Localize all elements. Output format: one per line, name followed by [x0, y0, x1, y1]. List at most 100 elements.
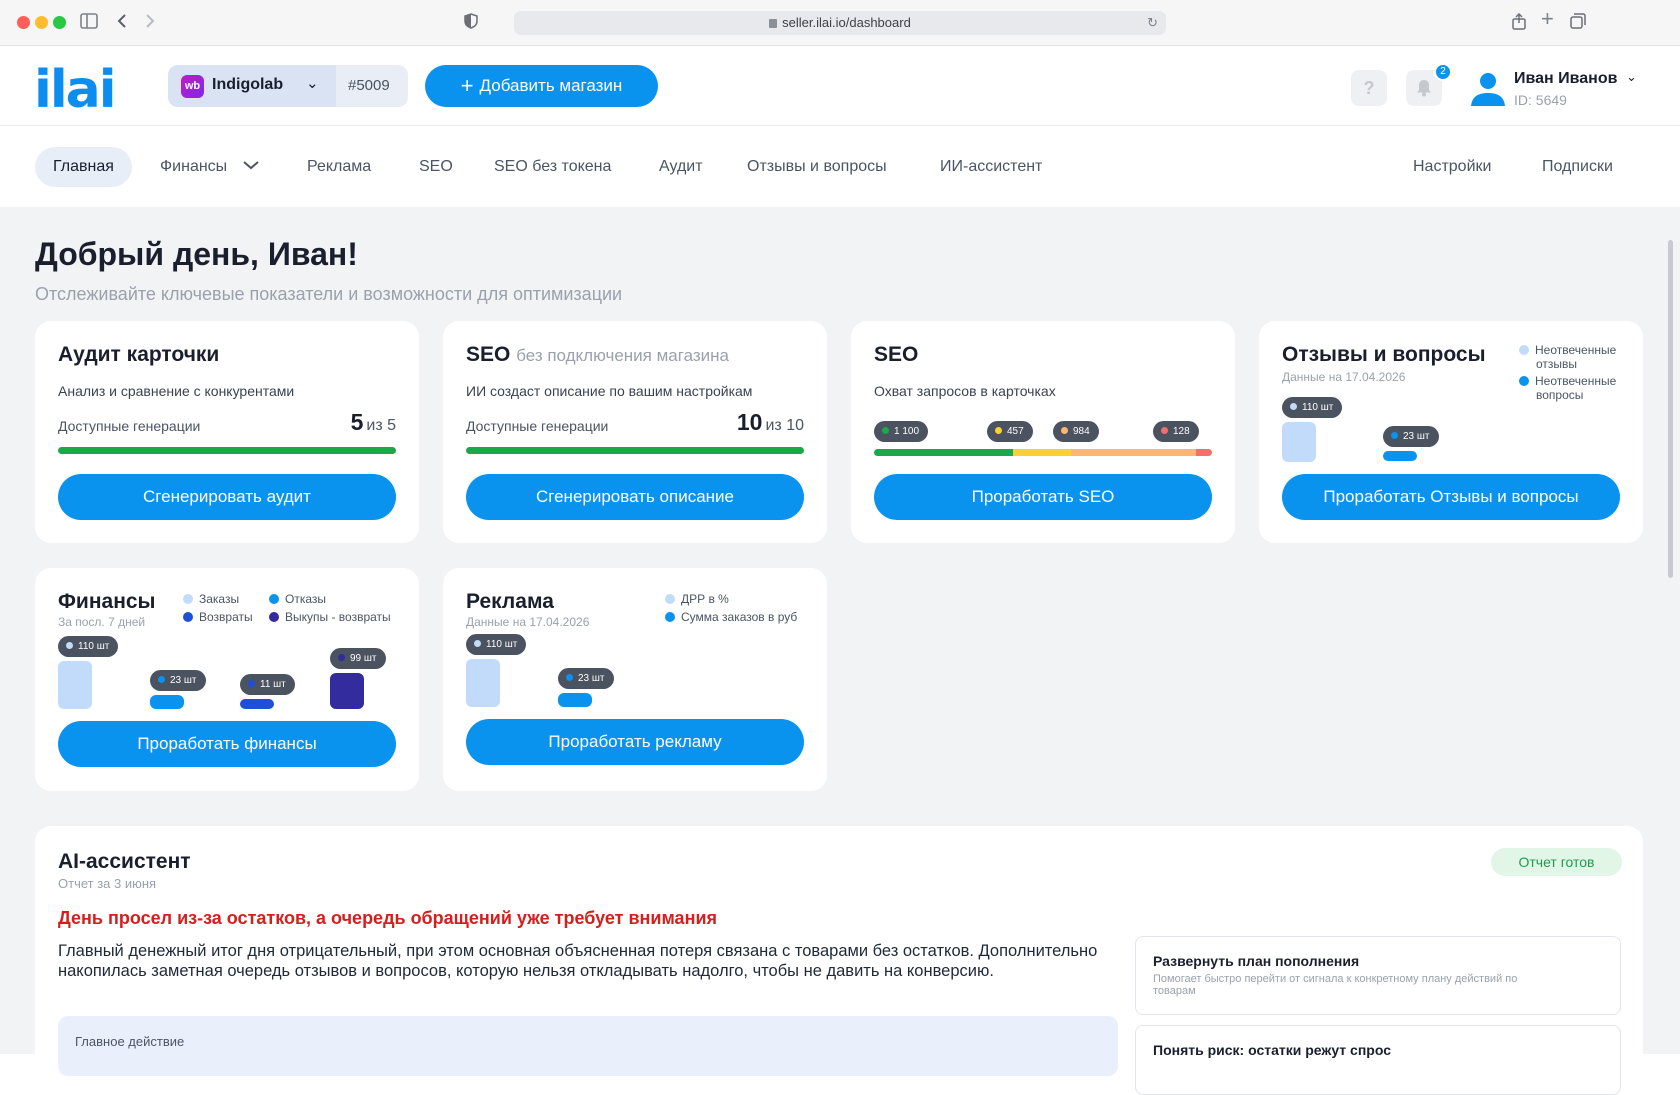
- generations-total: из 10: [765, 417, 804, 434]
- seo-coverage-segment: [1071, 449, 1196, 456]
- close-window-button[interactable]: [17, 16, 30, 29]
- app-header: ilai wb Indigolab ⌄ #5009 + Добавить мага…: [0, 46, 1680, 126]
- add-store-button[interactable]: + Добавить магазин: [425, 65, 658, 107]
- generations-count: 10 из 10: [737, 409, 804, 436]
- unanswered-reviews-bar: [1282, 422, 1316, 462]
- legend-label: Возвраты: [199, 610, 253, 624]
- dot-icon: [338, 654, 345, 661]
- drr-bar: [466, 659, 500, 707]
- card-description: Анализ и сравнение с конкурентами: [58, 383, 295, 399]
- seo-card: SEO Охват запросов в карточках 1 100 457…: [851, 321, 1235, 543]
- finance-card: Финансы За посл. 7 дней Заказы Отказы Во…: [35, 568, 419, 791]
- pill-label: 110 шт: [486, 639, 518, 650]
- legend-item: Неотвеченные вопросы: [1519, 374, 1629, 402]
- red-dot-icon: [1161, 427, 1168, 434]
- legend-dot-icon: [183, 594, 193, 604]
- sidebar-toggle-icon[interactable]: [80, 13, 98, 32]
- action-description: Помогает быстро перейти от сигнала к кон…: [1153, 973, 1518, 997]
- legend-dot-icon: [1519, 376, 1529, 386]
- nav-item-ads[interactable]: Реклама: [307, 147, 371, 187]
- legend-label: Выкупы - возвраты: [285, 610, 391, 624]
- work-seo-button[interactable]: Проработать SEO: [874, 474, 1212, 520]
- forward-icon[interactable]: [144, 13, 156, 32]
- pill-label: 23 шт: [1403, 431, 1430, 442]
- pill-label: 128: [1173, 426, 1190, 437]
- nav-item-seo-no-token[interactable]: SEO без токена: [494, 147, 611, 187]
- green-dot-icon: [882, 427, 889, 434]
- pill-label: 23 шт: [578, 673, 605, 684]
- chevron-down-icon: [242, 161, 259, 170]
- user-name[interactable]: Иван Иванов: [1514, 70, 1617, 88]
- address-bar[interactable]: seller.ilai.io/dashboard ↻: [514, 11, 1166, 35]
- report-summary: Главный денежный итог дня отрицательный,…: [58, 942, 1098, 980]
- minimize-window-button[interactable]: [35, 16, 48, 29]
- nav-item-ai-assistant[interactable]: ИИ-ассистент: [940, 147, 1042, 187]
- browser-toolbar: seller.ilai.io/dashboard ↻ +: [0, 0, 1680, 46]
- user-avatar-icon[interactable]: [1468, 68, 1508, 108]
- card-title: Отзывы и вопросы: [1282, 343, 1486, 366]
- action-card-stock-risk[interactable]: Понять риск: остатки режут спрос: [1135, 1025, 1621, 1095]
- main-nav: Главная Финансы Реклама SEO SEO без токе…: [0, 127, 1680, 207]
- new-tab-icon[interactable]: +: [1541, 8, 1554, 30]
- ilai-logo[interactable]: ilai: [34, 60, 117, 120]
- reload-icon[interactable]: ↻: [1147, 11, 1158, 35]
- bar-value-pill: 23 шт: [1383, 426, 1439, 447]
- lock-icon: [769, 19, 778, 28]
- store-dropdown[interactable]: wb Indigolab ⌄: [168, 65, 336, 107]
- generate-audit-button[interactable]: Сгенерировать аудит: [58, 474, 396, 520]
- reviews-card: Отзывы и вопросы Данные на 17.04.2026 Не…: [1259, 321, 1643, 543]
- chevron-down-icon[interactable]: ⌄: [1626, 69, 1637, 85]
- work-finance-button[interactable]: Проработать финансы: [58, 721, 396, 767]
- help-button[interactable]: ?: [1351, 70, 1387, 106]
- generations-value: 10: [736, 409, 763, 435]
- page-scrollbar[interactable]: [1668, 240, 1673, 578]
- chevron-down-icon: ⌄: [306, 75, 319, 92]
- card-title: SEO без подключения магазина: [466, 343, 729, 367]
- card-title: SEO: [874, 343, 919, 366]
- card-date: Данные на 17.04.2026: [466, 615, 590, 629]
- pill-label: 11 шт: [260, 679, 286, 690]
- generate-description-button[interactable]: Сгенерировать описание: [466, 474, 804, 520]
- seo-coverage-segment: [1195, 449, 1212, 456]
- legend-dot-icon: [665, 594, 675, 604]
- card-title: Финансы: [58, 590, 156, 613]
- nav-item-subscriptions[interactable]: Подписки: [1542, 147, 1613, 187]
- legend-label: ДРР в %: [681, 592, 729, 606]
- action-card-replenish[interactable]: Развернуть план пополнения Помогает быст…: [1135, 936, 1621, 1015]
- ads-card: Реклама Данные на 17.04.2026 ДРР в % Сум…: [443, 568, 827, 791]
- tab-overview-icon[interactable]: [1570, 13, 1586, 32]
- status-badge: Отчет готов: [1491, 848, 1622, 876]
- notification-count-badge: 2: [1434, 63, 1452, 81]
- privacy-shield-icon[interactable]: [464, 13, 478, 32]
- store-name: Indigolab: [212, 76, 284, 93]
- nav-item-settings[interactable]: Настройки: [1413, 147, 1491, 187]
- work-reviews-button[interactable]: Проработать Отзывы и вопросы: [1282, 474, 1620, 520]
- legend-dot-icon: [665, 612, 675, 622]
- legend-label: Неотвеченные отзывы: [1535, 343, 1617, 371]
- dot-icon: [1290, 403, 1297, 410]
- seo-segment-pill: 1 100: [874, 421, 929, 442]
- nav-item-reviews[interactable]: Отзывы и вопросы: [747, 147, 887, 187]
- dot-icon: [248, 680, 255, 687]
- buyouts-minus-returns-bar: [330, 673, 364, 709]
- page-subtitle: Отслеживайте ключевые показатели и возмо…: [35, 284, 623, 304]
- share-icon[interactable]: [1512, 12, 1526, 33]
- back-icon[interactable]: [116, 13, 128, 32]
- bar-value-pill: 110 шт: [1282, 397, 1343, 418]
- generations-value: 5: [350, 409, 364, 435]
- work-ads-button[interactable]: Проработать рекламу: [466, 719, 804, 765]
- nav-item-audit[interactable]: Аудит: [659, 147, 703, 187]
- pill-label: 110 шт: [78, 641, 110, 652]
- ai-assistant-card: AI-ассистент Отчет за 3 июня Отчет готов…: [35, 826, 1643, 1095]
- store-selector[interactable]: wb Indigolab ⌄ #5009: [168, 65, 408, 107]
- seo-segment-pill: 984: [1053, 421, 1099, 442]
- generations-progress-bar: [466, 447, 804, 454]
- pill-label: 1 100: [894, 426, 920, 437]
- yellow-dot-icon: [995, 427, 1002, 434]
- legend-item: Отказы: [269, 592, 326, 606]
- main-action-panel[interactable]: Главное действие: [58, 1016, 1118, 1076]
- nav-item-home[interactable]: Главная: [35, 147, 132, 187]
- nav-item-finance[interactable]: Финансы: [160, 147, 260, 187]
- nav-item-seo[interactable]: SEO: [419, 147, 453, 187]
- maximize-window-button[interactable]: [53, 16, 66, 29]
